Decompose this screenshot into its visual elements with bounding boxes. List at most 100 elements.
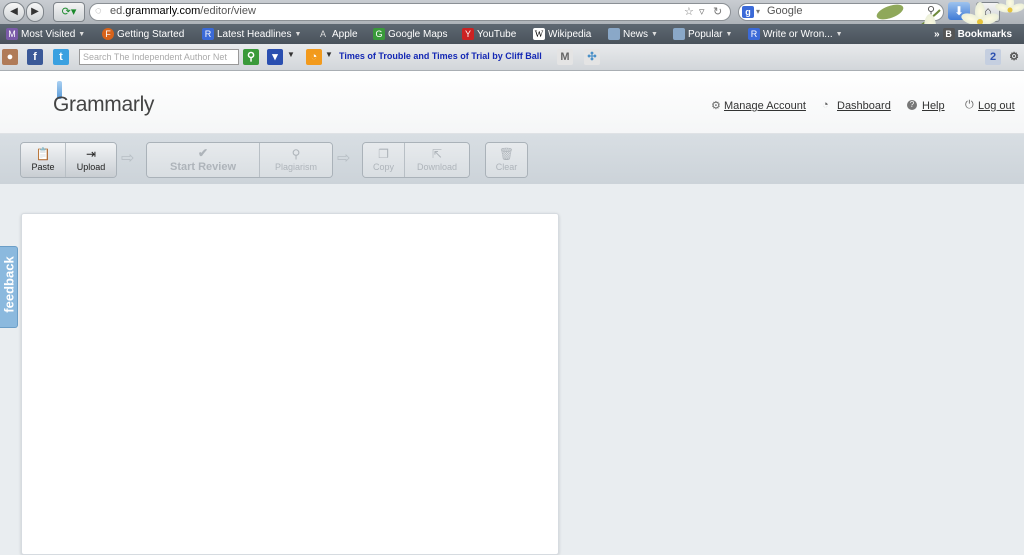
clear-button-group: 🗑 Clear xyxy=(485,142,528,178)
input-button-group: 📋 Paste ⇥ Upload xyxy=(20,142,117,178)
chevron-overflow-icon: » xyxy=(934,28,940,40)
bookmark-apple[interactable]: A Apple xyxy=(317,27,358,41)
globe-icon: ◌ xyxy=(95,5,102,17)
clipboard-icon: 📋 xyxy=(35,147,51,161)
plagiarism-label: Plagiarism xyxy=(274,162,317,172)
paste-button[interactable]: 📋 Paste xyxy=(21,143,65,177)
logout-link[interactable]: Log out xyxy=(978,100,1015,112)
bookmark-label: Apple xyxy=(332,28,358,40)
bookmarks-icon: B xyxy=(942,28,955,40)
clear-button[interactable]: 🗑 Clear xyxy=(486,143,527,177)
help-link[interactable]: Help xyxy=(922,100,945,112)
star-icon[interactable]: ☆ xyxy=(684,5,694,18)
refresh-icon[interactable]: ↻ xyxy=(713,5,722,18)
google-icon[interactable]: g xyxy=(742,6,754,18)
bookmark-wikipedia[interactable]: W Wikipedia xyxy=(533,27,591,41)
upload-icon: ⇥ xyxy=(85,147,97,161)
chevron-down-icon: ▼ xyxy=(651,30,658,38)
start-review-label: Start Review xyxy=(169,161,237,173)
editor-action-bar: 📋 Paste ⇥ Upload ⇨ ✔ Start Review ⚲ Plag… xyxy=(0,134,1024,184)
feedback-label: feedback xyxy=(1,256,17,313)
avatar-icon[interactable]: ● xyxy=(2,49,18,65)
grammarly-logo[interactable]: Grammarly xyxy=(53,93,154,117)
rss-icon[interactable]: ◔ xyxy=(306,49,322,65)
arrow-right-icon: ⇨ xyxy=(121,150,135,167)
bookmark-google-maps[interactable]: G Google Maps xyxy=(373,27,447,41)
bookmark-folder-news[interactable]: N News ▼ xyxy=(608,27,658,41)
back-button[interactable]: ◀ xyxy=(3,2,25,22)
chevron-down-icon: ▼ xyxy=(78,30,86,38)
gear-icon[interactable]: ⚙ xyxy=(1006,49,1022,65)
plagiarism-button[interactable]: ⚲ Plagiarism xyxy=(259,143,332,177)
wikipedia-icon: W xyxy=(533,28,545,40)
folder-icon: P xyxy=(673,28,685,40)
chevron-down-icon: ▼ xyxy=(835,30,843,38)
rss-ticker-link[interactable]: Times of Trouble and Times of Trial by C… xyxy=(339,51,542,61)
mail-dropdown-icon[interactable]: ▾ xyxy=(267,49,283,65)
bookmark-latest-headlines[interactable]: R Latest Headlines ▼ xyxy=(202,27,301,41)
power-icon: ⏻ xyxy=(965,99,974,111)
gear-icon: ⚙ xyxy=(711,100,721,112)
clear-label: Clear xyxy=(495,162,518,172)
url-text: ed.grammarly.com/editor/view xyxy=(110,5,256,17)
bookmark-write-or-wrong[interactable]: R Write or Wron... ▼ xyxy=(748,27,843,41)
dashboard-link[interactable]: Dashboard xyxy=(837,100,891,112)
bookmark-label: Bookmarks xyxy=(957,28,1013,40)
facebook-icon[interactable]: f xyxy=(27,49,43,65)
folder-icon: N xyxy=(608,28,620,40)
rss-icon: R xyxy=(748,28,760,40)
bookmark-label: Google Maps xyxy=(388,28,448,40)
bookmark-label: YouTube xyxy=(477,28,517,40)
bookmark-label: Latest Headlines xyxy=(217,28,292,40)
folder-icon: M xyxy=(6,28,18,40)
upload-button[interactable]: ⇥ Upload xyxy=(65,143,116,177)
chevron-down-icon[interactable]: ▾ xyxy=(756,7,760,16)
maps-icon: G xyxy=(373,28,385,40)
help-icon: ? xyxy=(907,100,917,110)
bookmark-youtube[interactable]: Y YouTube xyxy=(462,27,516,41)
export-icon: ⇱ xyxy=(431,147,443,161)
bookmark-label: Getting Started xyxy=(117,28,185,40)
site-search-input[interactable] xyxy=(79,49,239,65)
firefox-icon: F xyxy=(102,28,114,40)
address-bar[interactable]: ◌ ed.grammarly.com/editor/view ☆ ▿ ↻ xyxy=(89,3,731,21)
bookmark-label: Most Visited xyxy=(21,28,76,40)
text-editor-area[interactable] xyxy=(21,213,559,555)
grammarly-header: Grammarly ⚙ Manage Account ◔ Dashboard ?… xyxy=(0,71,1024,134)
bookmark-folder-popular[interactable]: P Popular ▼ xyxy=(673,27,732,41)
extension-icon[interactable]: ✣ xyxy=(584,49,600,65)
gauge-icon: ◔ xyxy=(822,99,829,111)
weather-icon[interactable]: 2 xyxy=(985,49,1001,65)
forward-button[interactable]: ▶ xyxy=(26,2,44,22)
download-button[interactable]: ⇱ Download xyxy=(404,143,469,177)
bookmarks-bar: M Most Visited ▼ F Getting Started R Lat… xyxy=(0,24,1024,44)
addon-toolbar: ● f t ⚲ ▾ ▼ ◔ ▼ Times of Trouble and Tim… xyxy=(0,44,1024,71)
twitter-icon[interactable]: t xyxy=(53,49,69,65)
upload-label: Upload xyxy=(76,162,106,172)
copy-label: Copy xyxy=(372,162,394,172)
paste-label: Paste xyxy=(31,162,55,172)
search-icon[interactable]: ⚲ xyxy=(243,49,259,65)
apple-icon: A xyxy=(319,29,326,39)
check-circle-icon: ✔ xyxy=(197,146,209,160)
reload-icon[interactable]: ⟳▾ xyxy=(53,2,85,22)
rss-icon: R xyxy=(202,28,214,40)
bookmark-most-visited[interactable]: M Most Visited ▼ xyxy=(6,27,85,41)
chevron-down-icon: ▼ xyxy=(725,30,733,38)
bookmark-getting-started[interactable]: F Getting Started xyxy=(102,27,184,41)
dropdown-arrow-icon[interactable]: ▿ xyxy=(699,5,705,18)
bookmark-label: Wikipedia xyxy=(548,28,592,40)
bookmark-label: Write or Wron... xyxy=(763,28,833,40)
bookmark-label: News xyxy=(623,28,649,40)
copy-button[interactable]: ❐ Copy xyxy=(363,143,404,177)
trash-icon: 🗑 xyxy=(498,147,515,161)
chevron-down-icon[interactable]: ▼ xyxy=(287,50,295,59)
youtube-icon: Y xyxy=(462,28,474,40)
bookmarks-menu[interactable]: » B Bookmarks xyxy=(934,27,1012,41)
start-review-button[interactable]: ✔ Start Review xyxy=(147,143,259,177)
chevron-down-icon[interactable]: ▼ xyxy=(325,50,333,59)
download-label: Download xyxy=(416,162,458,172)
feedback-tab[interactable]: feedback xyxy=(0,246,18,328)
manage-account-link[interactable]: Manage Account xyxy=(724,100,806,112)
gmail-icon[interactable]: M xyxy=(557,49,573,65)
